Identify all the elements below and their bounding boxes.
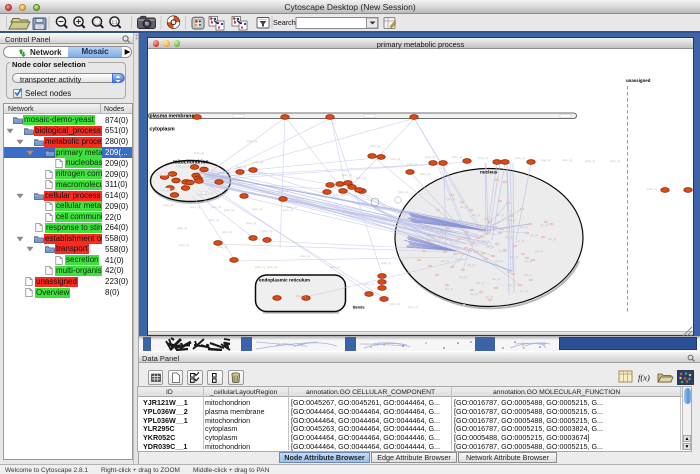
svg-text:(xxx_x): (xxx_x) [224,208,234,212]
svg-text:(xx_x): (xx_x) [470,243,478,247]
svg-text:plasma membrane: plasma membrane [150,114,195,120]
svg-text:(xxx_x): (xxx_x) [407,162,417,166]
svg-text:(xx_x): (xx_x) [492,277,500,281]
svg-text:(xxx_x): (xxx_x) [222,230,232,234]
svg-text:(xxx_x): (xxx_x) [211,205,221,209]
svg-text:(xxx_x): (xxx_x) [177,226,187,230]
svg-text:(xx_x): (xx_x) [162,188,169,192]
svg-text:(xx_x): (xx_x) [432,243,440,247]
svg-text:(xx_x): (xx_x) [540,223,548,227]
svg-text:(xxx_x): (xxx_x) [452,155,462,159]
svg-text:(xx_x): (xx_x) [472,213,480,217]
svg-text:(xx_x): (xx_x) [510,255,518,259]
svg-text:nucleus: nucleus [480,170,498,175]
svg-text:(xx_x): (xx_x) [460,205,468,209]
svg-text:(xx_x): (xx_x) [447,197,455,201]
svg-text:(xxx_x): (xxx_x) [190,205,200,209]
svg-text:(xx_x): (xx_x) [452,219,460,223]
svg-text:(xx_x): (xx_x) [548,237,556,241]
svg-text:(xx_x): (xx_x) [459,275,467,279]
svg-text:endoplasmic reticulum: endoplasmic reticulum [259,278,310,283]
svg-text:(xxx_x): (xxx_x) [390,157,400,161]
svg-text:(xx_x): (xx_x) [484,217,492,221]
svg-text:(xx_x): (xx_x) [486,245,494,249]
svg-text:Bends: Bends [353,306,365,310]
svg-text:(xx_x): (xx_x) [450,241,458,245]
svg-text:(xxx_x): (xxx_x) [562,158,572,162]
svg-text:(xxx_x): (xxx_x) [163,203,173,207]
svg-text:f(x): f(x) [638,373,650,383]
svg-text:(xxx_x): (xxx_x) [300,254,310,258]
svg-text:cytoplasm: cytoplasm [150,127,176,133]
svg-text:(xxx_x): (xxx_x) [179,243,189,247]
svg-text:(xxx_x): (xxx_x) [425,155,435,159]
svg-text:(xx_x): (xx_x) [524,273,532,277]
svg-text:(xxx_x): (xxx_x) [478,156,488,160]
svg-text:(xxx_x): (xxx_x) [262,229,272,233]
svg-text:(xx_x): (xx_x) [535,249,543,253]
svg-text:(xx_x): (xx_x) [516,239,524,243]
svg-text:(xx_x): (xx_x) [520,225,528,229]
svg-text:(xxx_x): (xxx_x) [420,172,430,176]
svg-text:(xx_x): (xx_x) [524,259,532,263]
svg-text:(xx_x): (xx_x) [530,233,538,237]
svg-text:(xx_x): (xx_x) [495,259,503,263]
svg-text:(xx_x): (xx_x) [200,191,207,195]
svg-text:(xxx_x): (xxx_x) [342,173,352,177]
svg-text:(xx_x): (xx_x) [440,229,448,233]
svg-text:(xx_x): (xx_x) [445,287,453,291]
svg-text:(xxx_x): (xxx_x) [515,156,525,160]
svg-text:(xxx_x): (xxx_x) [330,265,340,269]
svg-text:Search:: Search: [273,18,298,27]
svg-text:(xx_x): (xx_x) [508,283,516,287]
svg-text:(xxx_x): (xxx_x) [217,245,227,249]
svg-text:(xxx_x): (xxx_x) [610,159,620,163]
svg-text:(xxx_x): (xxx_x) [278,189,288,193]
svg-text:(xx_x): (xx_x) [482,239,490,243]
svg-text:(xx_x): (xx_x) [470,292,478,296]
svg-text:(xx_x): (xx_x) [485,295,493,299]
svg-text:(xx_x): (xx_x) [520,289,528,293]
svg-text:(xx_x): (xx_x) [498,249,506,253]
svg-text:(xxx_x): (xxx_x) [541,158,551,162]
svg-text:(xxx_x): (xxx_x) [283,208,293,212]
svg-text:(xxx_x): (xxx_x) [356,176,366,180]
svg-text:unassigned: unassigned [626,78,651,83]
svg-text:(xxx_x): (xxx_x) [255,265,265,269]
svg-text:(xxx_x): (xxx_x) [364,282,374,286]
svg-text:(xx_x): (xx_x) [159,172,166,176]
svg-text:(xxx_x): (xxx_x) [296,294,306,298]
svg-text:(xxx_x): (xxx_x) [267,265,277,269]
svg-text:(xx_x): (xx_x) [462,235,470,239]
svg-text:(xxx_x): (xxx_x) [408,305,418,309]
svg-text:(xxx_x): (xxx_x) [236,165,246,169]
svg-text:(xxx_x): (xxx_x) [370,144,380,148]
svg-text:(xxx_x): (xxx_x) [381,261,391,265]
svg-text:(xx_x): (xx_x) [465,222,473,226]
svg-text:(xx_x): (xx_x) [476,281,484,285]
svg-text:(xx_x): (xx_x) [467,263,475,267]
svg-text:(xxx_x): (xxx_x) [194,151,204,155]
svg-text:(xxx_x): (xxx_x) [333,193,343,197]
svg-text:(xx_x): (xx_x) [496,213,504,217]
svg-text:(xxx_x): (xxx_x) [247,139,257,143]
svg-text:(xxx_x): (xxx_x) [647,187,657,191]
svg-text:(xx_x): (xx_x) [478,229,486,233]
svg-text:(xx_x): (xx_x) [178,164,185,168]
svg-text:(xxx_x): (xxx_x) [585,159,595,163]
svg-text:(xxx_x): (xxx_x) [209,218,219,222]
svg-text:(xxx_x): (xxx_x) [252,207,262,211]
svg-text:(xx_x): (xx_x) [505,235,513,239]
svg-text:(xxx_x): (xxx_x) [253,160,263,164]
svg-text:1:1: 1:1 [112,19,118,24]
svg-text:(xx_x): (xx_x) [427,233,435,237]
svg-text:(xxx_x): (xxx_x) [390,302,400,306]
svg-text:(xx_x): (xx_x) [508,218,516,222]
svg-text:(xxx_x): (xxx_x) [398,190,408,194]
svg-text:(xx_x): (xx_x) [441,259,449,263]
svg-text:(xx_x): (xx_x) [455,257,463,261]
svg-text:(xxx_x): (xxx_x) [246,221,256,225]
